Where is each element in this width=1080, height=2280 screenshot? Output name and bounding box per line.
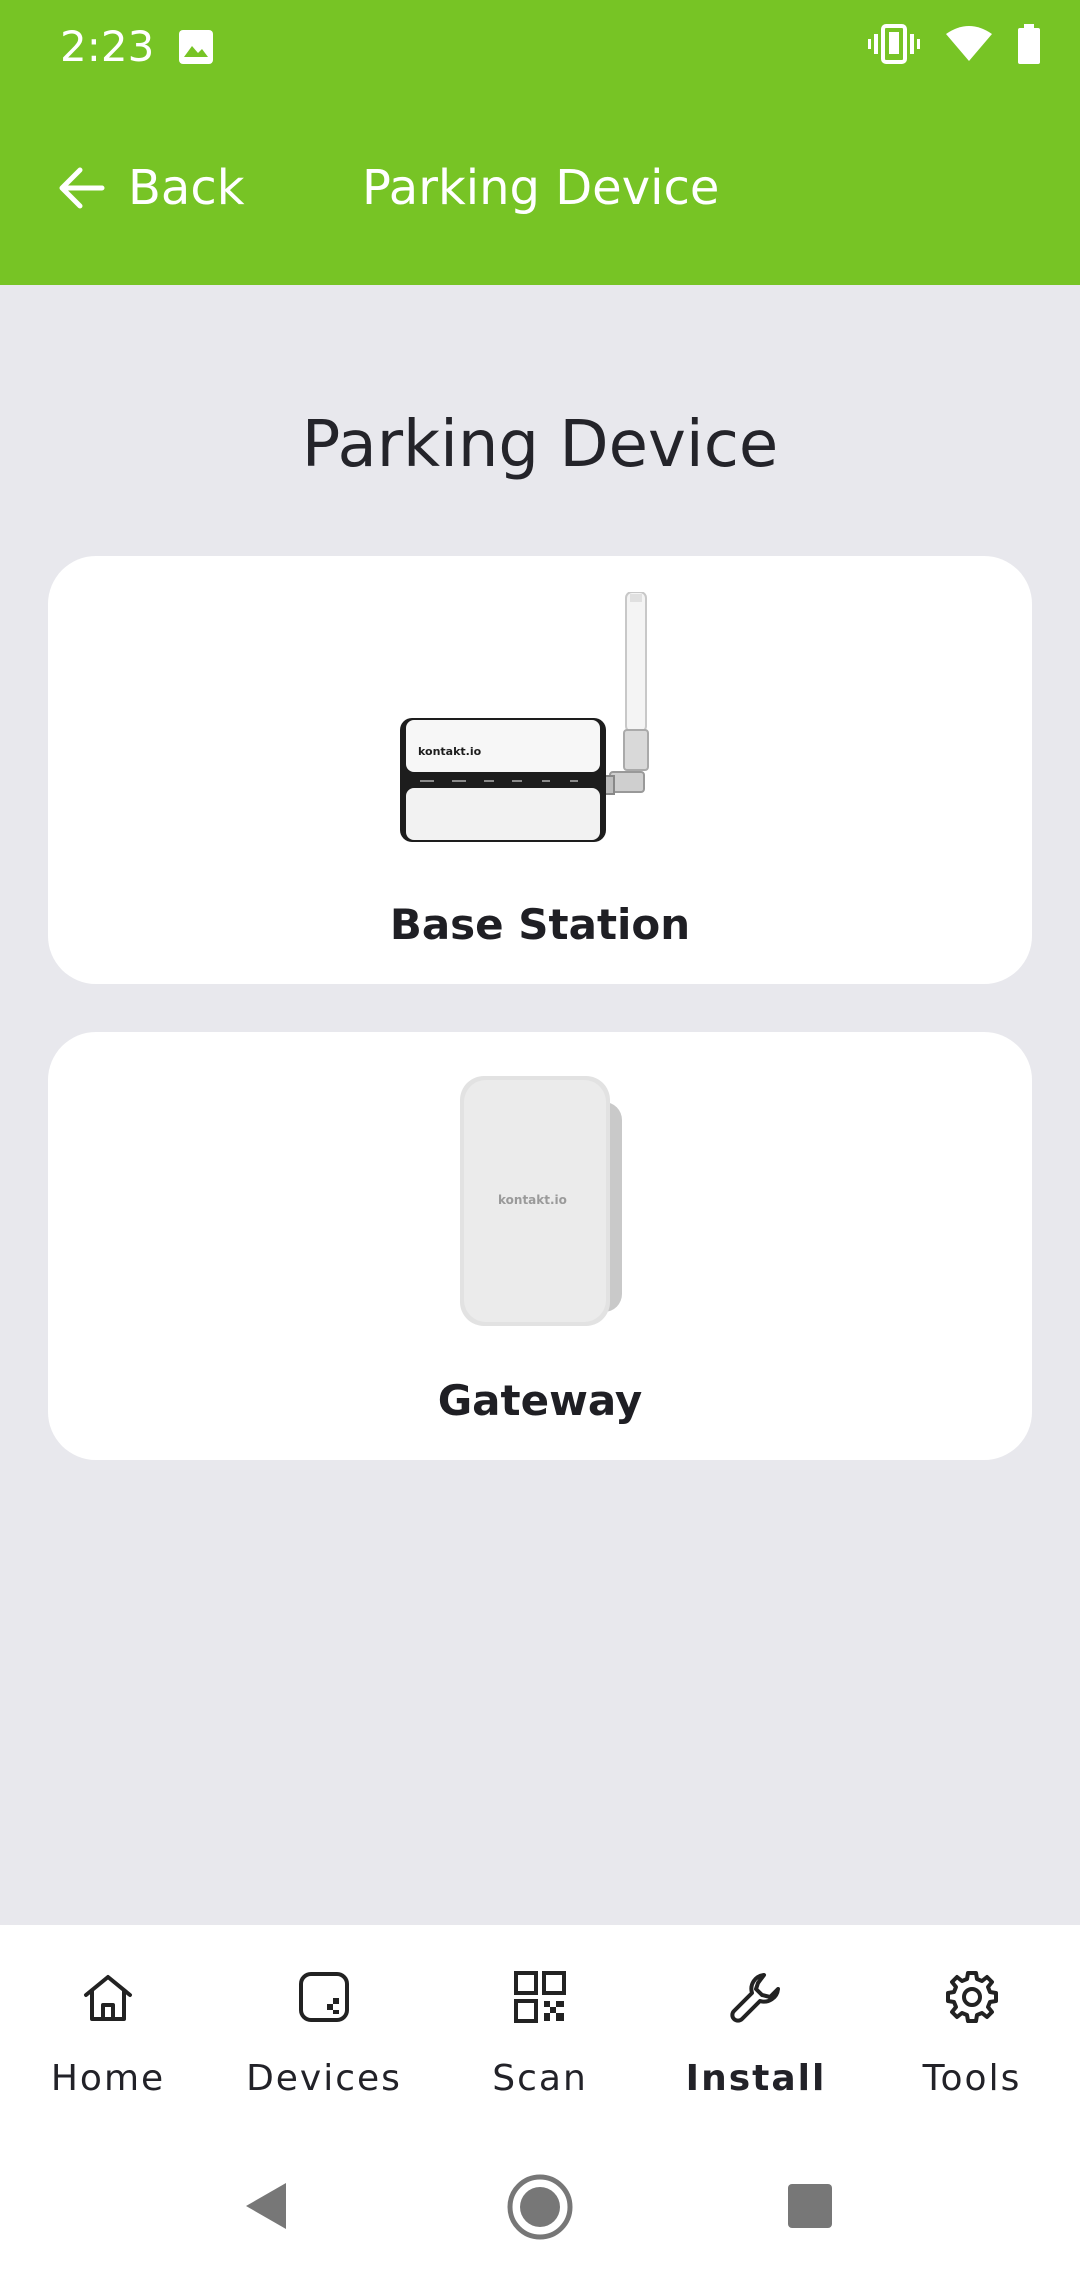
gear-icon: [946, 1971, 998, 2023]
status-icons: [868, 24, 1040, 64]
qr-code-icon: [514, 1971, 566, 2023]
nav-label-tools: Tools: [922, 2058, 1022, 2099]
nav-item-install[interactable]: Install: [648, 1925, 864, 2125]
base-station-card[interactable]: kontakt.io Base Station: [48, 556, 1032, 984]
back-triangle-icon[interactable]: [244, 2181, 288, 2231]
nav-label-home: Home: [50, 2058, 166, 2099]
devices-icon: [299, 1972, 349, 2022]
home-icon: [84, 1975, 132, 2021]
image-icon: [179, 30, 213, 64]
wrench-icon: [730, 1973, 780, 2023]
app-bar-title: Parking Device: [362, 160, 720, 216]
base-station-device-image: kontakt.io: [48, 592, 1032, 862]
back-button[interactable]: Back: [56, 158, 245, 218]
nav-item-scan[interactable]: Scan: [432, 1925, 648, 2125]
gateway-label: Gateway: [437, 1376, 643, 1425]
system-navigation-bar: [0, 2125, 1080, 2280]
recents-square-icon[interactable]: [786, 2182, 834, 2230]
nav-item-tools[interactable]: Tools: [864, 1925, 1080, 2125]
status-time: 2:23: [60, 22, 155, 71]
arrow-left-icon: [59, 167, 105, 209]
bottom-navigation: Home Devices Scan Install Tools: [0, 1925, 1080, 2125]
nav-label-install: Install: [685, 2058, 827, 2099]
gateway-card[interactable]: kontakt.io Gateway: [48, 1032, 1032, 1460]
nav-item-devices[interactable]: Devices: [216, 1925, 432, 2125]
app-bar: 2:23 Back Parking Device: [0, 0, 1080, 285]
kontakt-logo-text: kontakt.io: [498, 1193, 567, 1207]
kontakt-logo-text: kontakt.io: [418, 745, 482, 758]
vibrate-icon: [868, 24, 920, 64]
wifi-icon: [946, 26, 992, 61]
battery-icon: [1018, 24, 1040, 64]
base-station-label: Base Station: [389, 900, 691, 949]
back-label: Back: [128, 160, 245, 216]
nav-item-home[interactable]: Home: [0, 1925, 216, 2125]
page-title: Parking Device: [301, 408, 779, 482]
gateway-device-image: kontakt.io: [48, 1072, 1032, 1332]
nav-label-devices: Devices: [246, 2058, 402, 2099]
home-circle-icon[interactable]: [506, 2173, 574, 2241]
nav-label-scan: Scan: [492, 2058, 588, 2099]
